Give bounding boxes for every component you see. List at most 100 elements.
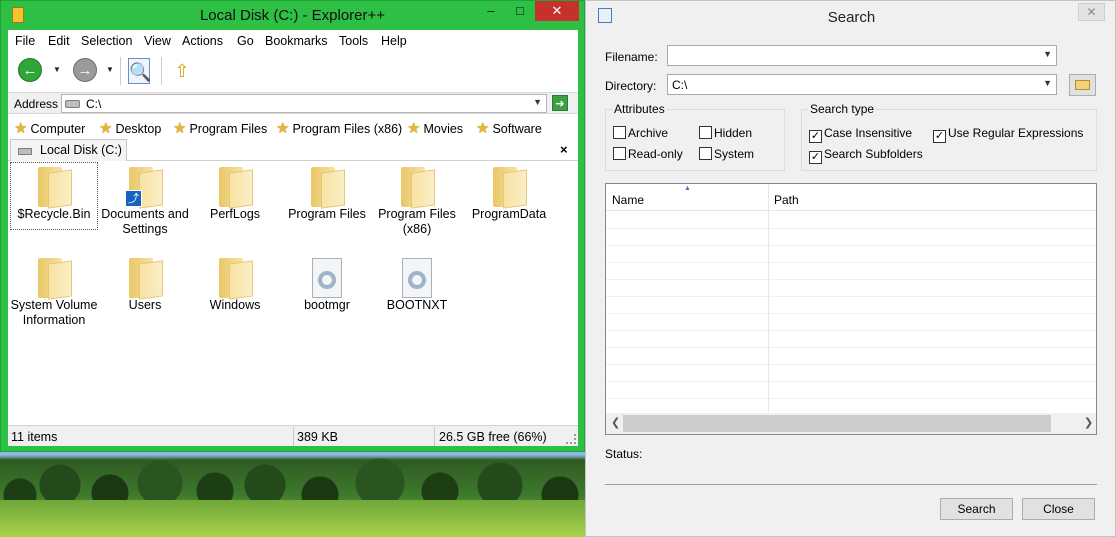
bookmark-movies[interactable]: ★ Movies bbox=[407, 119, 463, 137]
forward-arrow-icon[interactable]: → bbox=[73, 58, 97, 82]
bookmark-desktop[interactable]: ★ Desktop bbox=[99, 119, 161, 137]
toolbar-separator bbox=[161, 57, 162, 85]
maximize-button[interactable]: □ bbox=[506, 1, 534, 21]
case-insensitive-checkbox[interactable]: ✓ Case Insensitive bbox=[809, 126, 912, 143]
dialog-close-action-button[interactable]: Close bbox=[1022, 498, 1095, 520]
filename-field[interactable]: ▼ bbox=[667, 45, 1057, 66]
address-label: Address bbox=[14, 97, 59, 111]
bookmark-software[interactable]: ★ Software bbox=[476, 119, 542, 137]
search-icon[interactable]: 🔍 bbox=[128, 58, 151, 84]
back-dropdown-icon[interactable]: ▼ bbox=[53, 65, 61, 74]
back-arrow-icon[interactable]: ← bbox=[18, 58, 42, 82]
folder-up-icon[interactable]: ⇧ bbox=[171, 58, 193, 84]
file-name: Program Files (x86) bbox=[378, 207, 456, 236]
directory-field[interactable]: C:\ ▼ bbox=[667, 74, 1057, 95]
chevron-down-icon[interactable]: ▼ bbox=[533, 97, 542, 107]
file-item-users[interactable]: Users bbox=[101, 254, 189, 313]
toolbar: ← ▼ → ▼ 🔍 ⇧ bbox=[8, 52, 578, 90]
minimize-button[interactable]: – bbox=[477, 1, 505, 21]
filename-label: Filename: bbox=[605, 50, 658, 64]
status-separator bbox=[293, 427, 294, 446]
drive-icon bbox=[65, 100, 80, 108]
chevron-down-icon[interactable]: ▼ bbox=[1043, 49, 1052, 59]
scroll-right-icon[interactable]: ❯ bbox=[1084, 416, 1093, 429]
folder-shortcut-icon: ⤴ bbox=[125, 163, 165, 209]
checkbox-box[interactable]: ✓ bbox=[809, 151, 822, 164]
scroll-thumb[interactable] bbox=[623, 415, 1051, 432]
scroll-left-icon[interactable]: ❮ bbox=[611, 416, 620, 429]
file-item-program-files-x86[interactable]: Program Files (x86) bbox=[373, 163, 461, 237]
menu-go[interactable]: Go bbox=[237, 34, 254, 48]
file-item-program-files[interactable]: Program Files bbox=[283, 163, 371, 222]
file-item-bootnxt[interactable]: BOOTNXT bbox=[373, 258, 461, 313]
table-row bbox=[606, 246, 1096, 263]
close-button[interactable]: ✕ bbox=[535, 1, 579, 21]
file-item-recycle-bin[interactable]: $Recycle.Bin bbox=[10, 162, 98, 230]
checkbox-label: Search Subfolders bbox=[824, 147, 923, 161]
checkbox-box[interactable] bbox=[699, 126, 712, 139]
search-button[interactable]: Search bbox=[940, 498, 1013, 520]
go-arrow-icon[interactable]: ➜ bbox=[552, 95, 568, 111]
menu-edit[interactable]: Edit bbox=[48, 34, 70, 48]
results-list[interactable]: Name ▲ Path ❮ ❯ bbox=[605, 183, 1097, 435]
bookmark-program-files-x86[interactable]: ★ Program Files (x86) bbox=[276, 119, 402, 137]
file-item-bootmgr[interactable]: bootmgr bbox=[283, 258, 371, 313]
regex-checkbox[interactable]: ✓ Use Regular Expressions bbox=[933, 126, 1083, 143]
folder-icon bbox=[397, 163, 437, 209]
column-header-name[interactable]: Name ▲ bbox=[606, 184, 768, 211]
status-item-count: 11 items bbox=[11, 430, 58, 444]
bookmark-program-files[interactable]: ★ Program Files bbox=[173, 119, 267, 137]
checkbox-box[interactable]: ✓ bbox=[809, 130, 822, 143]
tab-label: Local Disk (C:) bbox=[40, 143, 122, 157]
checkbox-label: System bbox=[714, 147, 755, 161]
hidden-checkbox[interactable]: Hidden bbox=[699, 126, 752, 140]
status-free-space: 26.5 GB free (66%) bbox=[439, 430, 547, 444]
file-name: Program Files bbox=[288, 207, 366, 221]
chevron-down-icon[interactable]: ▼ bbox=[1043, 78, 1052, 88]
checkbox-box[interactable] bbox=[699, 147, 712, 160]
tab-local-disk[interactable]: Local Disk (C:) bbox=[10, 139, 127, 161]
checkbox-box[interactable]: ✓ bbox=[933, 130, 946, 143]
menu-actions[interactable]: Actions bbox=[182, 34, 223, 48]
menu-view[interactable]: View bbox=[144, 34, 171, 48]
menu-file[interactable]: File bbox=[15, 34, 35, 48]
bookmark-label: Computer bbox=[30, 122, 86, 136]
status-size: 389 KB bbox=[297, 430, 339, 444]
desktop-grass bbox=[0, 500, 590, 537]
system-checkbox[interactable]: System bbox=[699, 147, 754, 161]
bookmark-label: Movies bbox=[423, 122, 464, 136]
folder-icon bbox=[1075, 80, 1090, 90]
menu-selection[interactable]: Selection bbox=[81, 34, 132, 48]
search-subfolders-checkbox[interactable]: ✓ Search Subfolders bbox=[809, 147, 923, 164]
archive-checkbox[interactable]: Archive bbox=[613, 126, 668, 140]
file-item-perflogs[interactable]: PerfLogs bbox=[191, 163, 279, 222]
file-name: System Volume Information bbox=[10, 298, 98, 327]
column-header-path[interactable]: Path bbox=[768, 184, 1096, 211]
forward-dropdown-icon[interactable]: ▼ bbox=[106, 65, 114, 74]
horizontal-scrollbar[interactable]: ❮ ❯ bbox=[606, 413, 1096, 434]
explorer-titlebar[interactable]: Local Disk (C:) - Explorer++ – □ ✕ bbox=[1, 1, 584, 30]
folder-icon bbox=[215, 163, 255, 209]
menu-bookmarks[interactable]: Bookmarks bbox=[265, 34, 328, 48]
menu-tools[interactable]: Tools bbox=[339, 34, 368, 48]
explorer-window: Local Disk (C:) - Explorer++ – □ ✕ File … bbox=[0, 0, 585, 452]
toolbar-separator bbox=[120, 57, 121, 85]
readonly-checkbox[interactable]: Read-only bbox=[613, 147, 683, 161]
tab-close-icon[interactable]: × bbox=[560, 142, 568, 157]
menu-help[interactable]: Help bbox=[381, 34, 407, 48]
resize-grip-icon[interactable] bbox=[566, 434, 576, 444]
file-item-programdata[interactable]: ProgramData bbox=[465, 163, 553, 222]
file-item-documents-and-settings[interactable]: ⤴ Documents and Settings bbox=[101, 163, 189, 237]
checkbox-box[interactable] bbox=[613, 147, 626, 160]
checkbox-label: Use Regular Expressions bbox=[948, 126, 1084, 140]
checkbox-label: Case Insensitive bbox=[824, 126, 913, 140]
file-item-system-volume-information[interactable]: System Volume Information bbox=[10, 254, 98, 328]
browse-button[interactable] bbox=[1069, 74, 1096, 96]
checkbox-box[interactable] bbox=[613, 126, 626, 139]
file-item-windows[interactable]: Windows bbox=[191, 254, 279, 313]
status-divider bbox=[605, 484, 1097, 485]
bookmark-computer[interactable]: ★ Computer bbox=[14, 119, 85, 137]
address-input[interactable]: C:\ ▼ bbox=[61, 94, 547, 113]
dialog-close-button[interactable]: ✕ bbox=[1078, 3, 1105, 21]
file-name: BOOTNXT bbox=[386, 298, 448, 312]
